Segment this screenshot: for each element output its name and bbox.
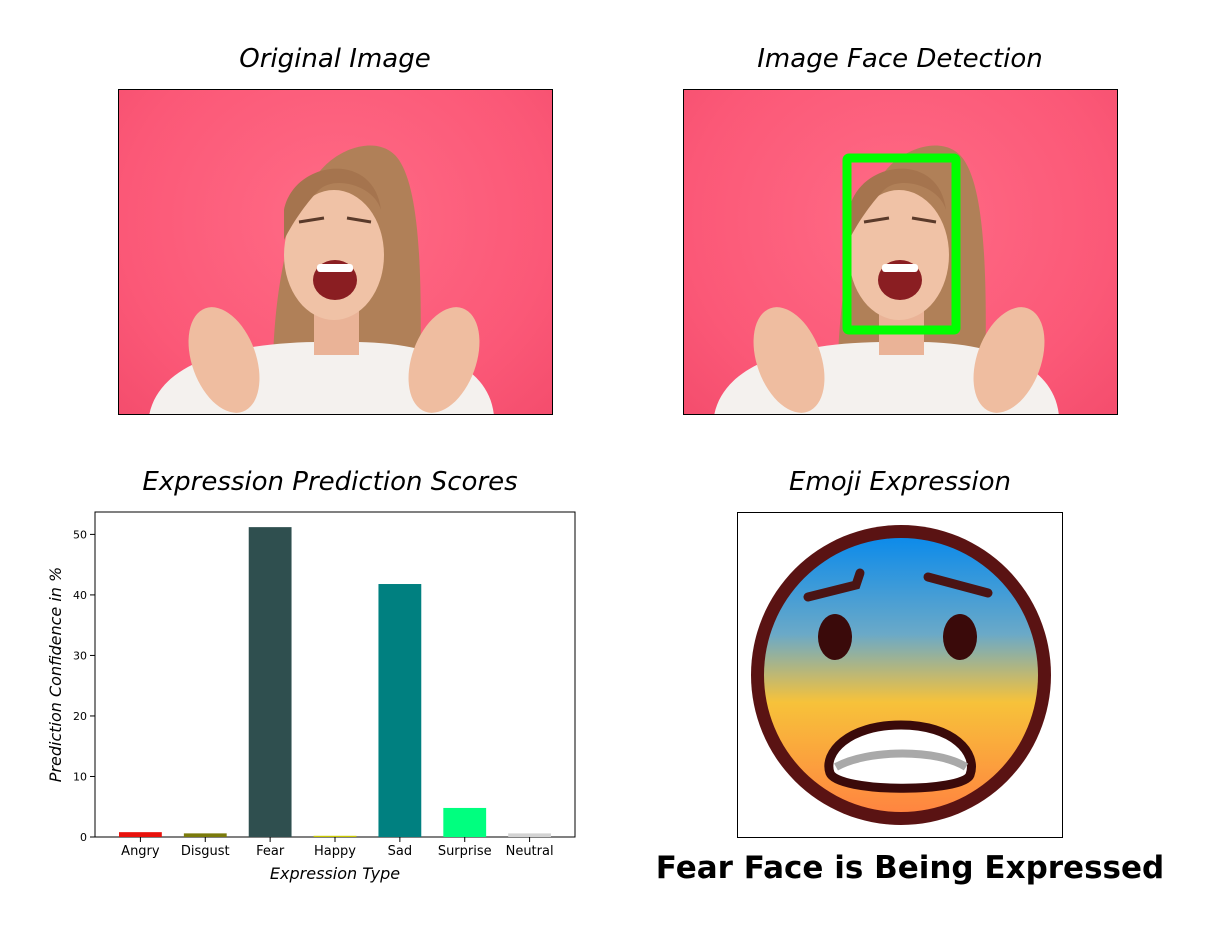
emoji-expression-title: Emoji Expression — [788, 467, 1012, 497]
x-tick-label: Angry — [121, 844, 160, 859]
plot-area — [94, 511, 576, 838]
woman-screaming-photo-detected — [714, 145, 1059, 414]
y-tick-label: 30 — [73, 649, 87, 662]
x-tick-label: Disgust — [181, 844, 230, 859]
bar-surprise — [443, 807, 487, 837]
bar-happy — [313, 835, 357, 837]
y-tick-label: 0 — [80, 831, 87, 844]
result-caption: Fear Face is Being Expressed — [655, 850, 1165, 886]
bar-sad — [378, 584, 422, 837]
bar-disgust — [183, 833, 227, 837]
x-tick-label: Fear — [256, 844, 285, 859]
y-tick-label: 20 — [73, 710, 87, 723]
bar-neutral — [508, 833, 551, 837]
expression-bar-chart: 0 10 20 30 40 50 Angry Disgust Fear Happy Sad Surp… — [46, 511, 576, 883]
x-tick-label: Happy — [314, 844, 356, 859]
original-image-title: Original Image — [239, 44, 431, 74]
emoji-frame — [737, 512, 1063, 838]
bar-fear — [248, 527, 292, 837]
y-tick-label: 40 — [73, 589, 87, 602]
fearful-face-icon — [751, 525, 1051, 825]
x-tick-label: Sad — [388, 844, 412, 859]
woman-screaming-photo — [149, 145, 494, 414]
x-axis-label: Expression Type — [270, 864, 400, 883]
original-image — [118, 89, 553, 415]
face-detection-title: Image Face Detection — [757, 44, 1043, 74]
y-tick-label: 10 — [73, 770, 87, 783]
y-axis-label: Prediction Confidence in % — [46, 567, 65, 782]
bar-angry — [119, 832, 162, 837]
x-tick-label: Neutral — [506, 844, 554, 859]
face-detection-image — [683, 89, 1118, 415]
chart-title: Expression Prediction Scores — [142, 467, 518, 497]
x-tick-label: Surprise — [438, 844, 492, 859]
y-tick-label: 50 — [73, 528, 87, 541]
